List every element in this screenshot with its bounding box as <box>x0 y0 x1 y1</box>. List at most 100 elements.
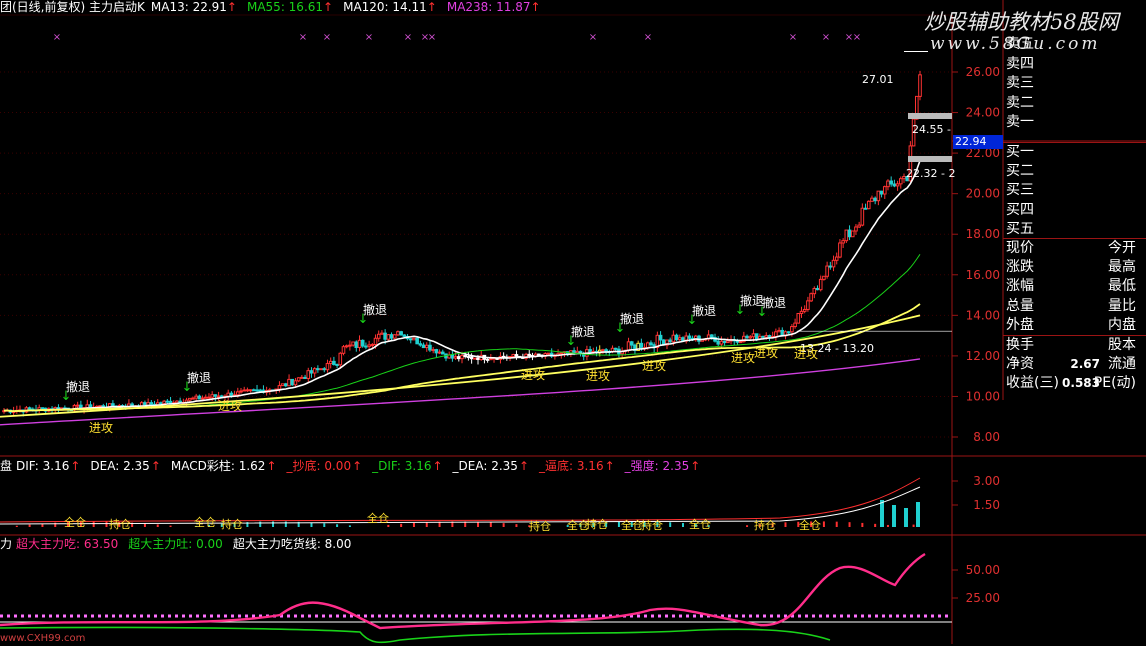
dea-line <box>0 477 921 523</box>
candle-body <box>328 360 333 365</box>
candle-body <box>364 345 368 348</box>
candle-body <box>822 275 826 280</box>
position-label: 全仓 <box>367 511 389 525</box>
candle-body <box>802 308 807 312</box>
orderbook-label: 总量 <box>1006 297 1034 314</box>
position-label: 全仓 <box>799 518 821 532</box>
attack-label: 进攻 <box>642 359 666 373</box>
orderbook-row: 总量 量比 <box>1003 297 1146 316</box>
indicator-label: _逼底: 3.16 <box>539 459 604 473</box>
candle-body <box>203 396 208 399</box>
up-arrow-icon: ↑ <box>690 459 701 473</box>
orderbook-label: 卖三 <box>1006 75 1034 91</box>
orderbook-row: 买四 <box>1003 201 1146 220</box>
retreat-label: 撤退 <box>363 302 387 317</box>
candle-body <box>687 335 692 339</box>
candle-body <box>338 352 343 366</box>
candle-body <box>601 349 605 352</box>
candle-body <box>645 342 650 349</box>
macd-bar <box>412 522 415 527</box>
power-axis-label: 25.00 <box>966 591 1000 605</box>
candle-body <box>710 334 714 338</box>
candle-body <box>716 340 721 345</box>
candle-body <box>322 368 327 371</box>
macd-axis-label: 1.50 <box>973 498 1000 512</box>
candle-body <box>389 334 394 339</box>
candle-body <box>383 332 387 340</box>
indicator-label: 超大主力吃: 63.50 <box>16 537 119 551</box>
candle-body <box>245 389 250 392</box>
candle-body <box>277 385 282 390</box>
candle-body <box>351 341 355 346</box>
signal-marker-icon: × <box>404 32 412 43</box>
candle-body <box>149 402 154 405</box>
candle-body <box>255 389 259 392</box>
candle-body <box>392 334 397 339</box>
candle-body <box>572 350 576 354</box>
candle-body <box>239 390 243 393</box>
indicator-label: 超大主力吐: 0.00 <box>128 537 223 551</box>
macd-bar <box>92 521 95 527</box>
attack-label: 进攻 <box>218 399 242 413</box>
orderbook-row: 买五 <box>1003 220 1146 239</box>
macd-bar <box>892 505 896 527</box>
orderbook-row: 涨跌 最高 <box>1003 258 1146 277</box>
indicator-label: DEA: 2.35 <box>90 459 150 473</box>
signal-marker-icon: × <box>53 32 61 43</box>
candle-body <box>738 341 743 344</box>
orderbook-row: 卖五 <box>1003 35 1146 54</box>
candle-body <box>460 355 464 360</box>
signal-marker-icon: × <box>365 32 373 43</box>
retreat-label: 撤退 <box>571 324 595 339</box>
orderbook-right-label: 最低 <box>1108 278 1136 294</box>
candle-body <box>575 350 580 354</box>
up-arrow-icon: ↑ <box>432 459 443 473</box>
candle-body <box>319 368 323 371</box>
retreat-label: 撤退 <box>620 311 644 326</box>
candle-body <box>815 287 820 291</box>
candle-body <box>799 310 804 314</box>
candle-body <box>386 334 391 340</box>
candle-body <box>367 344 371 347</box>
signal-marker-icon: × <box>589 32 597 43</box>
candle-body <box>866 200 871 210</box>
macd-bar <box>156 524 159 527</box>
macd-bar <box>861 522 864 527</box>
candle-body <box>300 376 304 379</box>
indicator-label: _DIF: 3.16 <box>372 459 432 473</box>
candle-body <box>287 378 291 387</box>
price-axis-label: 20.00 <box>966 187 1000 201</box>
candle-body <box>463 355 468 358</box>
candle-body <box>658 334 663 341</box>
candle-body <box>325 363 330 371</box>
position-label: 全仓 <box>194 515 216 529</box>
macd-bar <box>835 521 838 527</box>
orderbook-right-label: 最高 <box>1108 258 1136 275</box>
signal-marker-icon: × <box>822 32 830 43</box>
candle-body <box>719 340 724 345</box>
candle-body <box>754 333 759 340</box>
up-arrow-icon: ↑ <box>604 459 615 473</box>
orderbook-label: 买二 <box>1006 162 1034 179</box>
candle-body <box>511 354 516 357</box>
power-axis-label: 50.00 <box>966 563 1000 577</box>
candle-body <box>380 332 384 335</box>
orderbook-label: 现价 <box>1006 240 1034 256</box>
candle-body <box>348 344 352 347</box>
candle-body <box>793 322 797 328</box>
candle-body <box>450 354 455 359</box>
indicator-label: _强度: 2.35 <box>624 459 690 473</box>
candle-body <box>415 337 419 345</box>
signal-marker-icon: × <box>644 32 652 43</box>
candle-body <box>332 360 336 365</box>
indicator-label: MACD彩柱: 1.62 <box>170 459 266 473</box>
macd-bar <box>284 521 287 527</box>
candle-body <box>252 389 256 392</box>
attack-label: 进攻 <box>754 346 778 360</box>
orderbook-label: 卖五 <box>1006 36 1034 52</box>
orderbook-row: 买二 <box>1003 162 1146 181</box>
candle-body <box>870 197 874 202</box>
orderbook-row: 现价 今开 <box>1003 238 1146 258</box>
orderbook-label: 买四 <box>1006 201 1034 218</box>
macd-bar <box>784 522 787 527</box>
